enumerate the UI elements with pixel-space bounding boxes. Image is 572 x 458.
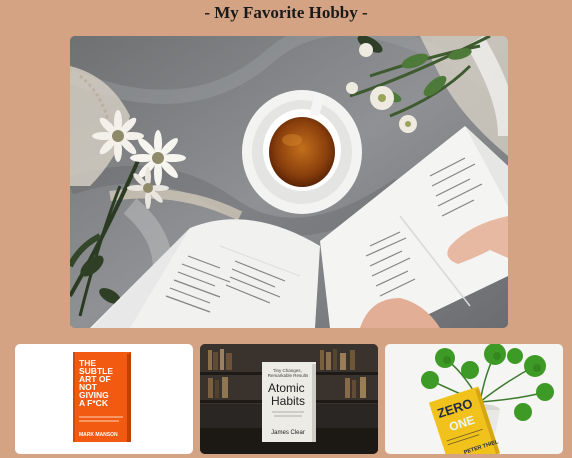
hero-image	[70, 36, 508, 328]
subtle-art-author: MARK MANSON	[79, 432, 118, 438]
atomic-habits-author: James Clear	[271, 430, 305, 436]
book-card-atomic-habits[interactable]: Tiny Changes, Remarkable Results Atomic …	[200, 344, 378, 454]
book-card-zero-to-one[interactable]: ZERO ONE PETER THIEL	[385, 344, 563, 454]
atomic-habits-tagline: Tiny Changes, Remarkable Results	[268, 368, 309, 378]
page-title: - My Favorite Hobby -	[204, 3, 368, 22]
atomic-habits-title: Atomic Habits	[268, 381, 308, 408]
book-card-subtle-art[interactable]: THE SUBTLE ART OF NOT GIVING A F*CK MARK…	[15, 344, 193, 454]
